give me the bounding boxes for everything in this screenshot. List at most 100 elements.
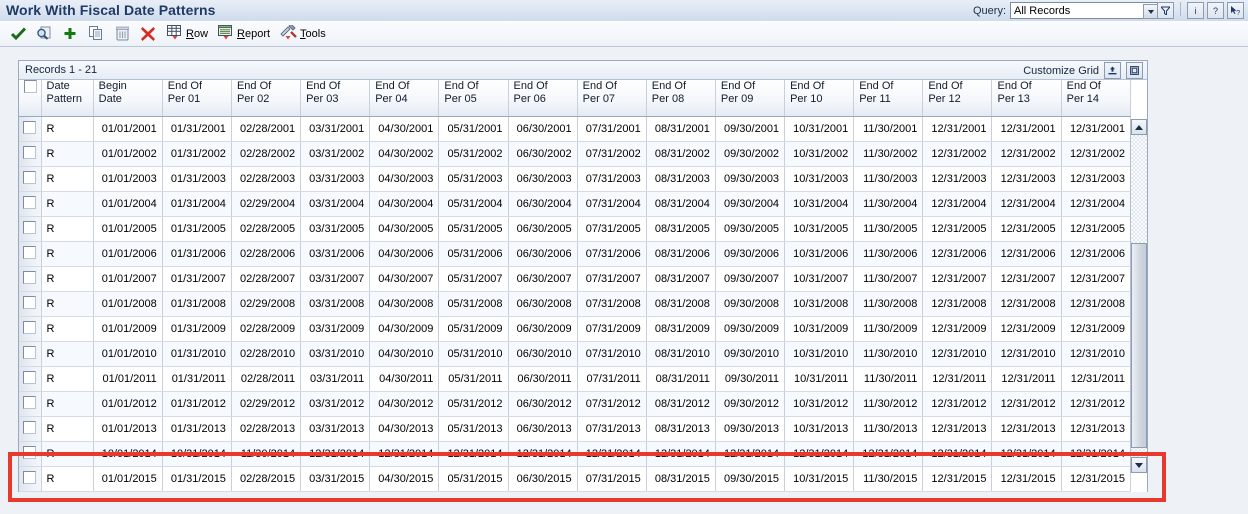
cell-date[interactable]: 10/31/2009: [784, 316, 855, 342]
table-row[interactable]: R 01/01/2015 01/31/2015 02/28/2015 03/31/201…: [19, 466, 1132, 492]
cell-date[interactable]: 08/31/2015: [646, 466, 716, 492]
cell-date[interactable]: 02/28/2013: [231, 416, 302, 442]
row-select-cell[interactable]: [19, 341, 42, 367]
row-select-cell[interactable]: [19, 416, 42, 442]
cell-date[interactable]: 04/30/2009: [369, 316, 440, 342]
cell-date[interactable]: 10/31/2001: [784, 116, 855, 142]
cell-date[interactable]: 06/30/2006: [508, 241, 578, 267]
cell-date[interactable]: 11/30/2009: [853, 316, 924, 342]
cell-date[interactable]: 12/31/2001: [991, 116, 1062, 142]
cell-date[interactable]: 11/30/2013: [853, 416, 924, 442]
column-header[interactable]: End Of Per 04: [369, 80, 440, 117]
cell-date[interactable]: 01/31/2008: [162, 291, 232, 317]
cell-date[interactable]: 07/31/2011: [577, 366, 647, 392]
table-row[interactable]: R 10/01/2014 10/31/2014 11/30/2014 12/31/201…: [19, 441, 1132, 467]
cell-date-pattern[interactable]: R: [41, 241, 94, 267]
cell-date[interactable]: 10/31/2003: [784, 166, 855, 192]
cell-date[interactable]: 05/31/2001: [438, 116, 509, 142]
cell-date[interactable]: 12/31/2014: [646, 441, 716, 467]
cell-date[interactable]: 10/31/2005: [784, 216, 855, 242]
cell-date[interactable]: 07/31/2007: [577, 266, 647, 292]
cell-date[interactable]: 05/31/2009: [438, 316, 509, 342]
cell-date[interactable]: 12/31/2014: [784, 441, 855, 467]
cell-date[interactable]: 01/31/2001: [162, 116, 232, 142]
cell-date[interactable]: 02/28/2003: [231, 166, 302, 192]
cell-date[interactable]: 12/31/2014: [438, 441, 509, 467]
cell-date[interactable]: 04/30/2003: [369, 166, 440, 192]
report-menu[interactable]: Report: [218, 24, 270, 43]
cell-date[interactable]: 09/30/2015: [715, 466, 786, 492]
cell-date[interactable]: 12/31/2014: [369, 441, 440, 467]
cell-date-pattern[interactable]: R: [41, 116, 94, 142]
cell-date[interactable]: 12/31/2006: [922, 241, 993, 267]
column-header[interactable]: Date Pattern: [41, 80, 94, 117]
cell-date[interactable]: 05/31/2003: [438, 166, 509, 192]
scrollbar-thumb[interactable]: [1131, 243, 1147, 448]
cell-date[interactable]: 02/29/2008: [231, 291, 302, 317]
cell-date[interactable]: 04/30/2006: [369, 241, 440, 267]
cell-date[interactable]: 01/31/2002: [162, 141, 232, 167]
checkbox-icon[interactable]: [22, 146, 36, 159]
cell-date[interactable]: 09/30/2008: [715, 291, 786, 317]
cell-date[interactable]: 11/30/2003: [853, 166, 924, 192]
cell-date[interactable]: 12/31/2002: [1061, 141, 1132, 167]
cell-date[interactable]: 11/30/2008: [853, 291, 924, 317]
cell-date[interactable]: 12/31/2013: [922, 416, 993, 442]
cell-date[interactable]: 01/01/2013: [93, 416, 163, 442]
cell-date[interactable]: 01/31/2009: [162, 316, 232, 342]
cell-date[interactable]: 01/01/2011: [93, 366, 163, 392]
cell-date[interactable]: 12/31/2014: [922, 441, 993, 467]
cell-date[interactable]: 02/28/2015: [231, 466, 302, 492]
cell-date[interactable]: 12/31/2005: [922, 216, 993, 242]
cell-date[interactable]: 12/31/2014: [508, 441, 578, 467]
cell-date[interactable]: 01/31/2013: [162, 416, 232, 442]
cell-date[interactable]: 12/31/2011: [991, 366, 1062, 392]
cell-date[interactable]: 03/31/2013: [300, 416, 371, 442]
cell-date[interactable]: 07/31/2009: [577, 316, 647, 342]
cell-date[interactable]: 01/01/2004: [93, 191, 163, 217]
cell-date[interactable]: 08/31/2002: [646, 141, 716, 167]
cell-date[interactable]: 08/31/2009: [646, 316, 716, 342]
cell-date[interactable]: 12/31/2006: [1061, 241, 1132, 267]
cell-date[interactable]: 06/30/2011: [508, 366, 578, 392]
cell-date[interactable]: 04/30/2012: [369, 391, 440, 417]
cell-date[interactable]: 01/01/2009: [93, 316, 163, 342]
row-select-cell[interactable]: [19, 166, 42, 192]
row-select-cell[interactable]: [19, 316, 42, 342]
cell-date[interactable]: 06/30/2013: [508, 416, 578, 442]
cell-date[interactable]: 10/31/2006: [784, 241, 855, 267]
table-row[interactable]: R 01/01/2003 01/31/2003 02/28/2003 03/31/200…: [19, 166, 1132, 192]
checkbox-icon[interactable]: [22, 246, 36, 259]
cell-date[interactable]: 10/31/2014: [162, 441, 232, 467]
cell-date[interactable]: 01/31/2006: [162, 241, 232, 267]
customize-grid-label[interactable]: Customize Grid: [1023, 65, 1099, 77]
cell-date[interactable]: 06/30/2012: [508, 391, 578, 417]
row-select-cell[interactable]: [19, 466, 42, 492]
cell-date[interactable]: 03/31/2010: [300, 341, 371, 367]
vertical-scrollbar[interactable]: [1130, 119, 1147, 473]
cell-date[interactable]: 05/31/2013: [438, 416, 509, 442]
table-row[interactable]: R 01/01/2013 01/31/2013 02/28/2013 03/31/201…: [19, 416, 1132, 442]
cell-date[interactable]: 09/30/2004: [715, 191, 786, 217]
cell-date[interactable]: 06/30/2003: [508, 166, 578, 192]
cell-date[interactable]: 08/31/2012: [646, 391, 716, 417]
row-select-cell[interactable]: [19, 266, 42, 292]
cell-date[interactable]: 01/31/2005: [162, 216, 232, 242]
cell-date[interactable]: 12/31/2002: [991, 141, 1062, 167]
cell-date[interactable]: 05/31/2015: [438, 466, 509, 492]
cell-date[interactable]: 12/31/2014: [991, 441, 1062, 467]
cell-date[interactable]: 11/30/2002: [853, 141, 924, 167]
cell-date[interactable]: 06/30/2005: [508, 216, 578, 242]
cell-date[interactable]: 05/31/2006: [438, 241, 509, 267]
cell-date[interactable]: 01/01/2012: [93, 391, 163, 417]
cell-date[interactable]: 10/31/2010: [784, 341, 855, 367]
cell-date[interactable]: 01/31/2010: [162, 341, 232, 367]
cell-date[interactable]: 04/30/2002: [369, 141, 440, 167]
cell-date[interactable]: 11/30/2010: [853, 341, 924, 367]
cell-date[interactable]: 12/31/2014: [1061, 441, 1132, 467]
cell-date[interactable]: 03/31/2005: [300, 216, 371, 242]
cell-date[interactable]: 06/30/2009: [508, 316, 578, 342]
cell-date[interactable]: 07/31/2010: [577, 341, 647, 367]
cell-date[interactable]: 10/31/2012: [784, 391, 855, 417]
cell-date[interactable]: 10/31/2008: [784, 291, 855, 317]
